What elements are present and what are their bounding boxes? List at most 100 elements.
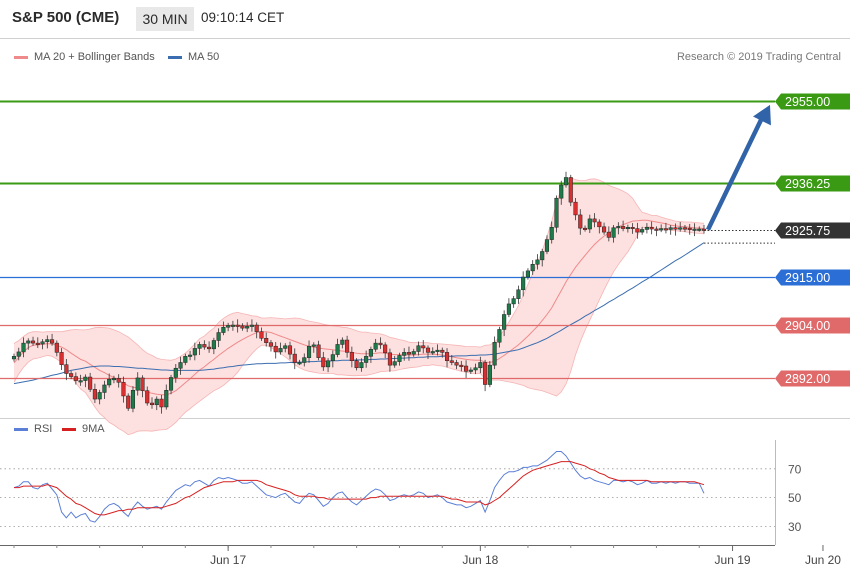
candle-body [549,227,554,240]
candle-body [554,197,559,228]
candle-body [64,364,69,374]
candle-body [121,382,126,397]
candle-body [630,227,635,230]
candle-body [116,378,121,383]
candle-body [283,345,288,349]
rsi-tick-label: 70 [788,462,802,476]
candle-body [640,229,645,233]
candle-body [126,395,131,409]
candle-body [11,356,17,360]
candle-body [663,228,668,231]
candle-body [425,347,431,353]
candle-body [378,342,383,346]
candle-body [340,339,345,345]
x-tick-label: Jun 19 [715,553,751,567]
candle-body [59,352,64,365]
candle-body [97,392,102,400]
candle-body [592,218,597,223]
candle-body [449,360,454,363]
candle-body [287,345,293,355]
candle-body [168,377,174,391]
candle-body [130,389,136,409]
candle-body [207,346,212,350]
candle-body [444,352,450,361]
candle-body [563,177,569,186]
price-panel: 2955.00 2936.25 2925.75 2915.00 2904.00 2892.… [0,38,850,436]
rsi-9ma-line [14,461,705,516]
candle-body [483,362,488,385]
level-label-0: 2955.00 [785,95,830,109]
legend-label-ma50: MA 50 [188,51,220,63]
candle-body [559,184,564,199]
candle-body [321,357,326,368]
candle-body [573,201,578,216]
timeframe-button[interactable]: 30 MIN [136,7,194,31]
candle-body [254,324,259,332]
legend-label-9ma: 9MA [82,423,105,435]
candle-body [54,342,59,353]
candle-body [73,376,78,381]
candle-body [459,364,464,367]
candle-body [45,339,50,343]
candle-body [349,352,354,361]
candle-body [216,332,221,341]
candle-body [188,354,193,357]
candle-body [468,369,473,372]
candle-body [88,376,93,390]
candle-body [502,314,507,330]
candle-body [668,227,673,230]
candle-body [102,384,107,393]
candle-body [373,342,378,350]
candle-body [540,251,545,261]
candle-body [292,353,297,363]
candle-body [306,345,312,358]
candle-body [497,329,502,343]
candle-body [259,331,264,339]
candle-body [154,398,159,406]
chart-canvas: 2955.00 2936.25 2925.75 2915.00 2904.00 2892.… [0,38,850,567]
candle-body [392,361,397,366]
level-label-4: 2904.00 [785,319,830,333]
candle-body [587,218,592,230]
candle-body [30,340,36,344]
x-tick-label: Jun 18 [462,553,498,567]
candle-body [192,348,197,356]
candle-body [368,349,373,357]
candle-body [268,342,274,347]
candle-body [454,362,459,366]
candle-body [159,398,164,408]
candle-body [597,221,602,228]
candle-body [230,324,235,327]
candle-body [387,352,392,366]
timestamp: 09:10:14 CET [201,10,285,25]
candle-body [406,352,412,355]
candle-body [21,342,26,353]
candle-body [678,227,683,230]
candle-body [83,376,88,381]
candle-body [240,325,245,329]
candle-body [516,289,521,299]
candle-body [326,360,331,368]
candle-body [330,354,335,361]
candle-body [359,362,364,369]
candle-body [544,239,550,252]
candle-body [316,344,321,358]
candle-body [35,342,40,345]
candle-body [345,339,350,353]
candle-body [107,378,112,386]
candle-body [226,325,231,328]
projection-arrow-shaft [705,116,765,231]
candle-body [183,356,188,363]
x-axis: Jun 17 Jun 18 Jun 19 Jun 20 [0,440,841,567]
candle-body [164,389,169,408]
candle-body [78,380,83,383]
candle-body [411,351,416,355]
legend-swatch-ma50 [168,55,182,59]
candle-body [16,351,21,357]
header: S&P 500 (CME) 30 MIN 09:10:14 CET [0,0,850,38]
candle-body [50,339,55,344]
candle-body [625,227,630,230]
candle-body [145,390,150,404]
rsi-tick-label: 30 [788,520,802,534]
legend-label-bollinger: MA 20 + Bollinger Bands [34,51,155,63]
